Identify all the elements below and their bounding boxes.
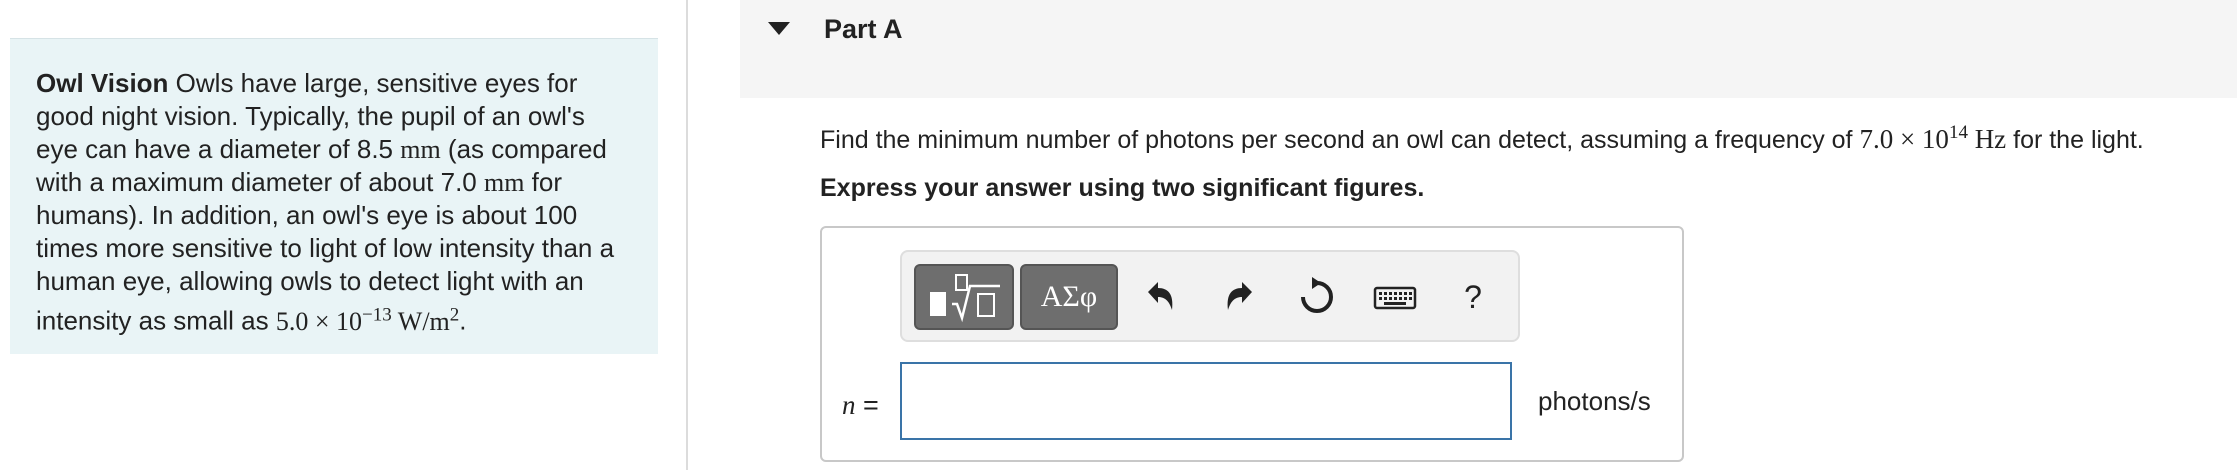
math-toolbar: ΑΣφ ? <box>900 250 1520 342</box>
undo-icon[interactable] <box>1134 270 1188 324</box>
answer-equals: = <box>855 390 879 420</box>
answer-variable-label: n = <box>842 390 879 421</box>
part-header[interactable]: Part A <box>740 0 2237 98</box>
templates-icon <box>930 274 1000 323</box>
frequency-unit: Hz <box>1967 124 2007 154</box>
frequency-value: 7.0 × 1014 Hz <box>1859 122 2007 154</box>
question-text-before: Find the minimum number of photons per s… <box>820 126 1860 154</box>
column-divider <box>686 0 688 470</box>
question-text-after: for the light. <box>2006 126 2144 154</box>
keyboard-icon[interactable] <box>1368 270 1422 324</box>
intensity-unit: W/m <box>391 306 450 336</box>
intensity-value: 5.0 × 10−13 W/m2 <box>275 304 460 336</box>
intensity-mantissa: 5.0 × 10 <box>275 306 363 336</box>
reset-icon[interactable] <box>1290 270 1344 324</box>
problem-title: Owl Vision <box>36 68 169 98</box>
collapse-triangle-icon[interactable] <box>768 22 790 35</box>
unit-mm-1: mm <box>400 135 441 164</box>
problem-text-end: . <box>459 305 467 336</box>
answer-unit-label: photons/s <box>1538 386 1651 416</box>
frequency-mantissa: 7.0 × 10 <box>1859 124 1949 154</box>
help-button[interactable]: ? <box>1446 270 1500 324</box>
redo-icon[interactable] <box>1212 270 1266 324</box>
templates-button[interactable] <box>914 264 1014 330</box>
answer-variable: n <box>842 390 856 420</box>
greek-symbols-button[interactable]: ΑΣφ <box>1020 264 1118 330</box>
problem-statement: Owl Vision Owls have large, sensitive ey… <box>10 38 658 354</box>
frequency-exponent: 14 <box>1948 122 1968 143</box>
intensity-exponent: −13 <box>362 304 392 325</box>
answer-panel: ΑΣφ ? n = photons/s <box>820 226 1684 462</box>
unit-mm-2: mm <box>483 168 525 197</box>
answer-input[interactable] <box>900 362 1512 440</box>
intensity-unit-exp: 2 <box>449 304 460 325</box>
answer-instruction: Express your answer using two significan… <box>820 174 1425 202</box>
question-text: Find the minimum number of photons per s… <box>820 122 2144 155</box>
part-title[interactable]: Part A <box>824 14 903 45</box>
